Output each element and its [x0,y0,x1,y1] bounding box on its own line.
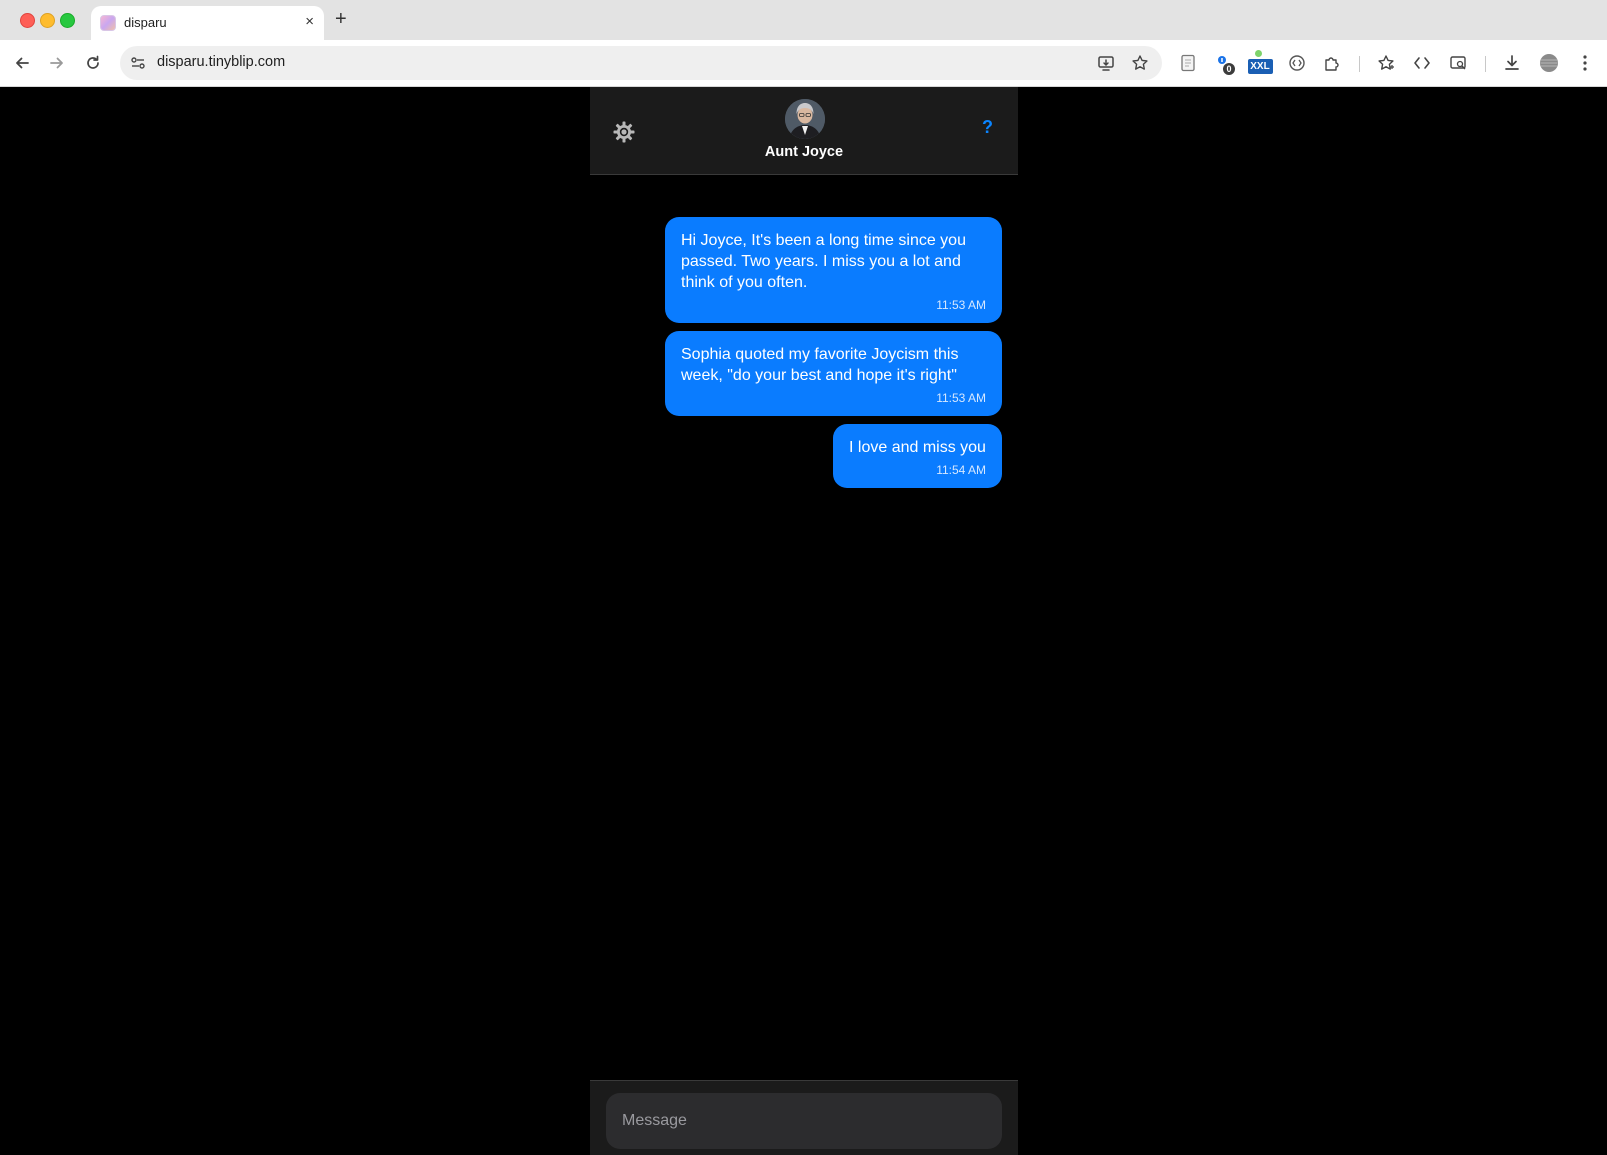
reload-button[interactable] [81,51,105,75]
url-text: disparu.tinyblip.com [157,54,286,70]
arrow-right-icon [50,57,63,69]
toolbar-divider [1485,56,1486,72]
browser-chrome: disparu × + disparu.tinyblip.com 0 XXL [0,0,1607,87]
tab-disparu[interactable]: disparu × [91,6,324,40]
message-bubble[interactable]: Hi Joyce, It's been a long time since yo… [665,217,1002,323]
bookmark-star-icon[interactable] [1130,53,1150,73]
message-timestamp: 11:54 AM [936,463,986,477]
xxl-extension-icon[interactable]: XXL [1246,50,1274,75]
extension-counter-icon[interactable]: 0 [1211,51,1235,75]
gear-icon [613,121,635,143]
profile-avatar-icon[interactable] [1537,51,1561,75]
message-list[interactable]: Hi Joyce, It's been a long time since yo… [590,175,1018,1080]
tab-close-icon[interactable]: × [305,12,314,32]
chat-header: Aunt Joyce ? [590,87,1018,175]
message-bubble[interactable]: I love and miss you 11:54 AM [833,424,1002,488]
message-timestamp: 11:53 AM [936,391,986,405]
help-button[interactable]: ? [982,117,993,138]
message-timestamp: 11:53 AM [936,298,986,312]
install-app-icon[interactable] [1096,53,1116,73]
extensions-puzzle-icon[interactable] [1320,51,1344,75]
maximize-window-button[interactable] [60,13,75,28]
message-text: Sophia quoted my favorite Joycism this w… [681,346,959,384]
contact-name[interactable]: Aunt Joyce [590,144,1018,160]
devtools-code-icon[interactable] [1410,51,1434,75]
browser-toolbar: disparu.tinyblip.com 0 XXL [0,40,1607,87]
forward-button[interactable] [45,51,69,75]
code-brackets-circle-icon[interactable] [1285,51,1309,75]
xxl-badge: XXL [1247,58,1273,74]
extension-badge: 0 [1223,63,1235,75]
message-bubble[interactable]: Sophia quoted my favorite Joycism this w… [665,331,1002,416]
reload-icon [87,55,99,69]
tab-strip: disparu × + [0,0,1607,40]
disparu-favicon-icon [100,15,116,31]
site-settings-icon[interactable] [128,53,148,73]
message-text: I love and miss you [849,439,986,456]
xxl-dot-icon [1255,50,1262,57]
more-menu-icon[interactable] [1573,51,1597,75]
message-text: Hi Joyce, It's been a long time since yo… [681,232,966,291]
download-icon[interactable] [1500,51,1524,75]
message-composer [590,1080,1018,1155]
new-tab-button[interactable]: + [335,8,347,30]
tab-search-icon[interactable] [1446,51,1470,75]
document-icon[interactable] [1176,51,1200,75]
settings-button[interactable] [613,121,635,143]
toolbar-divider [1359,56,1360,72]
back-button[interactable] [10,51,34,75]
tab-title: disparu [124,15,167,30]
message-input[interactable] [606,1093,1002,1149]
contact-avatar[interactable] [785,99,825,139]
close-window-button[interactable] [20,13,35,28]
address-bar[interactable]: disparu.tinyblip.com [120,46,1162,80]
minimize-window-button[interactable] [40,13,55,28]
favorites-icon[interactable] [1374,51,1398,75]
arrow-left-icon [16,57,29,69]
